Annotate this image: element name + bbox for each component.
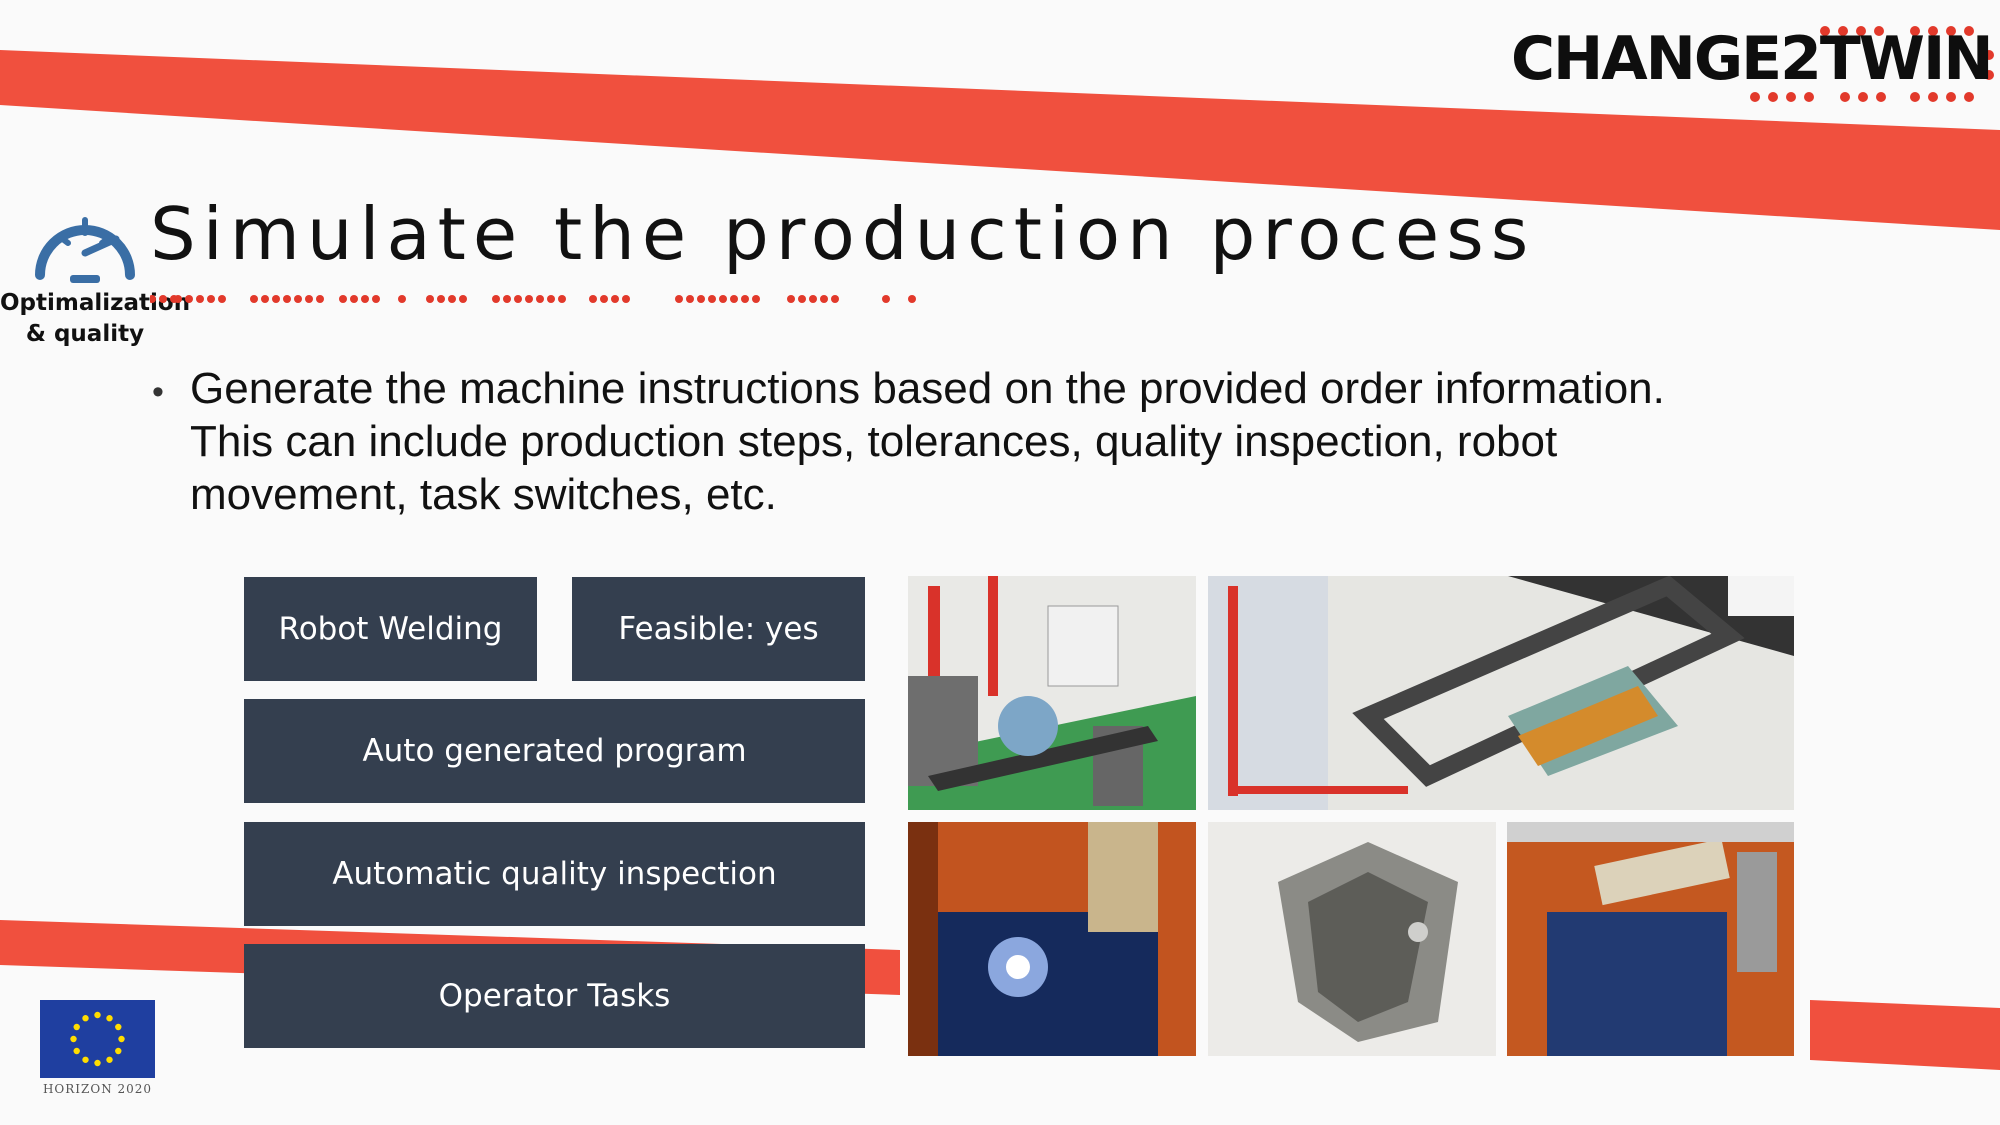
feasible-label: Feasible: yes [618, 611, 819, 647]
horizon-2020-label: HORIZON 2020 [42, 1082, 153, 1096]
speedometer-icon [30, 195, 140, 290]
quality-inspection-label: Automatic quality inspection [332, 856, 777, 892]
badge-label: Optimalization & quality [0, 290, 191, 347]
bullet-marker: • [152, 373, 164, 411]
quality-inspection-box: Automatic quality inspection [244, 822, 865, 926]
robot-welding-box: Robot Welding [244, 577, 537, 681]
robot-welding-label: Robot Welding [278, 611, 503, 647]
robot-cell-simulation-image [908, 576, 1196, 810]
welding-arc-photo [908, 822, 1196, 1056]
welded-part-photo [1208, 822, 1496, 1056]
bullet-text: Generate the machine instructions based … [190, 364, 1665, 519]
page-title: Simulate the production process [150, 192, 1536, 276]
welding-fixture-simulation-image [1208, 576, 1794, 810]
auto-program-label: Auto generated program [362, 733, 747, 769]
welding-robot-photo [1507, 822, 1794, 1056]
eu-flag-logo [40, 1000, 155, 1078]
operator-tasks-box: Operator Tasks [244, 944, 865, 1048]
change2twin-logo: CHANGE2TWIN [1505, 25, 1995, 120]
auto-program-box: Auto generated program [244, 699, 865, 803]
title-underline-dots [150, 295, 916, 303]
feasible-box: Feasible: yes [572, 577, 865, 681]
logo-text: CHANGE2TWIN [1511, 24, 1994, 94]
operator-tasks-label: Operator Tasks [438, 978, 671, 1014]
